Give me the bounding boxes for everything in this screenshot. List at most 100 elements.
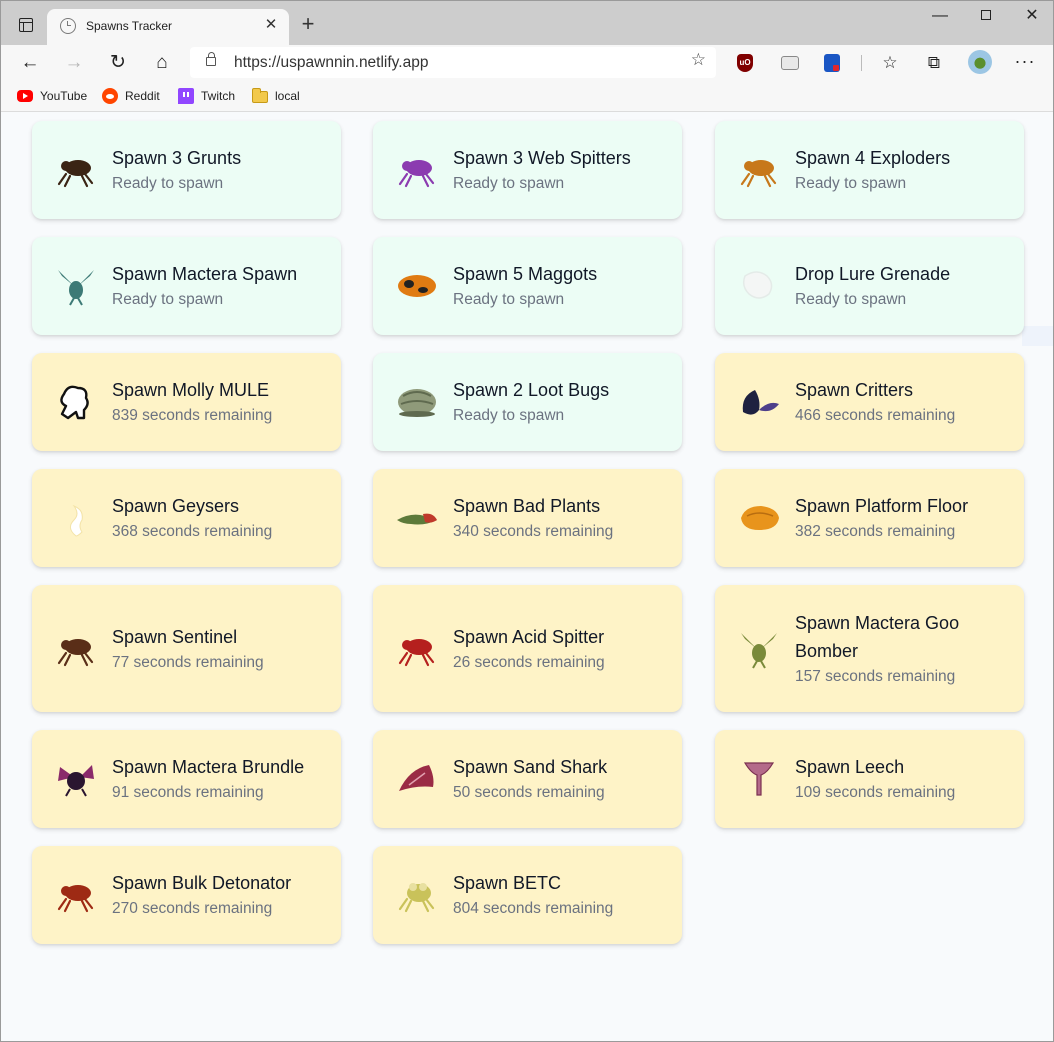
spawn-card[interactable]: Spawn Platform Floor 382 seconds remainin… — [715, 469, 1024, 567]
maximize-button[interactable] — [963, 1, 1009, 31]
cast-extension-icon[interactable] — [781, 56, 799, 70]
twitch-icon — [178, 88, 194, 104]
spawn-status: 26 seconds remaining — [453, 653, 605, 671]
spawn-card[interactable]: Spawn Mactera Brundle 91 seconds remainin… — [32, 730, 341, 828]
browser-toolbar: ← → ↻ ⌂ https://uspawnnin.netlify.app ☆ … — [1, 45, 1053, 81]
spawn-card-text: Spawn Bad Plants 340 seconds remaining — [453, 492, 673, 544]
forward-button[interactable]: → — [60, 49, 88, 77]
spawn-card[interactable]: Spawn Mactera Goo Bomber 157 seconds rema… — [715, 585, 1024, 712]
refresh-button[interactable]: ↻ — [104, 49, 132, 77]
reddit-icon — [102, 88, 118, 104]
new-tab-button[interactable]: + — [297, 13, 319, 35]
minimize-button[interactable]: — — [917, 1, 963, 31]
tab-spawns-tracker[interactable]: Spawns Tracker ✕ — [47, 9, 289, 45]
loot-bug-icon — [395, 382, 439, 422]
spawn-status: 340 seconds remaining — [453, 523, 614, 540]
spawn-card-text: Spawn Platform Floor 382 seconds remainin… — [795, 492, 1015, 544]
spawn-title: Spawn Acid Spitter — [453, 626, 605, 647]
spawn-title: Spawn Sentinel — [112, 626, 238, 647]
spawn-card-text: Spawn Mactera Goo Bomber 157 seconds rema… — [795, 609, 1015, 689]
spawn-card-text: Spawn 3 Web Spitters Ready to spawn — [453, 144, 673, 196]
home-button[interactable]: ⌂ — [148, 49, 176, 77]
spawn-card[interactable]: Spawn Bulk Detonator 270 seconds remainin… — [32, 846, 341, 944]
spawn-card[interactable]: Spawn Critters 466 seconds remaining — [715, 353, 1024, 451]
molly-mule-icon — [54, 382, 98, 422]
spawn-card[interactable]: Spawn 4 Exploders Ready to spawn — [715, 121, 1024, 219]
grunt-icon — [54, 150, 98, 190]
lock-icon[interactable] — [206, 52, 216, 66]
spawn-title: Spawn 5 Maggots — [453, 264, 598, 284]
spawn-card[interactable]: Spawn Sentinel 77 seconds remaining — [32, 585, 341, 712]
bookmark-label: Twitch — [201, 89, 236, 103]
add-favorite-icon[interactable]: ☆ — [691, 50, 706, 70]
spawn-status: Ready to spawn — [453, 407, 565, 424]
spawn-status: Ready to spawn — [112, 175, 224, 192]
sand-shark-icon — [395, 759, 439, 799]
spawn-card[interactable]: Spawn Mactera Spawn Ready to spawn — [32, 237, 341, 335]
lure-grenade-icon — [737, 266, 781, 306]
spawn-status: 270 seconds remaining — [112, 900, 273, 917]
spawn-title: Spawn Mactera Goo Bomber — [795, 612, 960, 661]
spawn-title: Spawn Platform Floor — [795, 496, 969, 516]
profile-avatar[interactable] — [968, 50, 992, 74]
spawn-status: 77 seconds remaining — [112, 653, 264, 671]
spawn-card[interactable]: Spawn Acid Spitter 26 seconds remaining — [373, 585, 682, 712]
spawn-card-text: Spawn BETC 804 seconds remaining — [453, 869, 673, 921]
spawn-card[interactable]: Spawn 2 Loot Bugs Ready to spawn — [373, 353, 682, 451]
spawn-status: Ready to spawn — [112, 291, 224, 308]
url-text[interactable]: https://uspawnnin.netlify.app — [234, 54, 428, 72]
spawn-card-text: Spawn 5 Maggots Ready to spawn — [453, 260, 673, 312]
spawn-card[interactable]: Spawn Geysers 368 seconds remaining — [32, 469, 341, 567]
spawn-card[interactable]: Spawn 5 Maggots Ready to spawn — [373, 237, 682, 335]
close-window-button[interactable]: ✕ — [1009, 1, 1053, 31]
spawn-card-text: Spawn Bulk Detonator 270 seconds remainin… — [112, 869, 332, 921]
spawn-card-text: Spawn Mactera Spawn Ready to spawn — [112, 260, 332, 312]
web-spitter-icon — [395, 150, 439, 190]
address-bar[interactable]: https://uspawnnin.netlify.app ☆ — [190, 47, 716, 78]
settings-menu-button[interactable]: ··· — [1012, 49, 1038, 77]
spawn-title: Spawn 3 Web Spitters — [453, 148, 631, 168]
tab-actions-icon[interactable] — [19, 18, 33, 32]
acid-spitter-icon — [395, 629, 439, 669]
tab-close-button[interactable]: ✕ — [261, 15, 281, 35]
spawn-title: Spawn BETC — [453, 873, 562, 893]
tab-title: Spawns Tracker — [86, 19, 173, 33]
spawn-title: Spawn Leech — [795, 757, 905, 777]
spawn-card[interactable]: Spawn 3 Web Spitters Ready to spawn — [373, 121, 682, 219]
spawn-title: Spawn Critters — [795, 380, 914, 400]
spawn-card-text: Spawn Critters 466 seconds remaining — [795, 376, 1015, 428]
brundle-icon — [54, 759, 98, 799]
spawn-title: Spawn Mactera Brundle — [112, 757, 305, 777]
spawn-title: Spawn Mactera Spawn — [112, 264, 298, 284]
spawn-status: 157 seconds remaining — [795, 667, 956, 685]
spawn-card-text: Spawn Sand Shark 50 seconds remaining — [453, 753, 673, 805]
spawn-card-text: Spawn Leech 109 seconds remaining — [795, 753, 1015, 805]
sentinel-icon — [54, 629, 98, 669]
goo-bomber-icon — [737, 629, 781, 669]
spawn-title: Spawn Molly MULE — [112, 380, 270, 400]
spawn-card[interactable]: Spawn BETC 804 seconds remaining — [373, 846, 682, 944]
spawn-status: 466 seconds remaining — [795, 407, 956, 424]
spawn-card[interactable]: Spawn Leech 109 seconds remaining — [715, 730, 1024, 828]
spawn-card[interactable]: Spawn Sand Shark 50 seconds remaining — [373, 730, 682, 828]
favorites-icon[interactable]: ☆ — [876, 49, 904, 77]
spawn-card[interactable]: Spawn 3 Grunts Ready to spawn — [32, 121, 341, 219]
spawn-title: Spawn Bad Plants — [453, 496, 601, 516]
bulk-detonator-icon — [54, 875, 98, 915]
spawn-status: Ready to spawn — [795, 175, 907, 192]
spawn-status: Ready to spawn — [453, 175, 565, 192]
spawn-status: 839 seconds remaining — [112, 407, 273, 424]
spawn-card[interactable]: Spawn Bad Plants 340 seconds remaining — [373, 469, 682, 567]
background-strip — [1022, 326, 1053, 346]
spawn-status: 109 seconds remaining — [795, 784, 956, 801]
extension-icon[interactable] — [824, 54, 840, 72]
collections-icon[interactable]: ⧉ — [920, 49, 948, 77]
spawn-status: 368 seconds remaining — [112, 523, 273, 540]
back-button[interactable]: ← — [16, 49, 44, 77]
spawn-card[interactable]: Spawn Molly MULE 839 seconds remaining — [32, 353, 341, 451]
spawn-title: Spawn Bulk Detonator — [112, 873, 292, 893]
spawn-title: Spawn 3 Grunts — [112, 148, 242, 168]
ublock-extension-icon[interactable]: uO — [737, 54, 753, 72]
browser-window: Spawns Tracker ✕ + — ✕ ← → ↻ ⌂ https://u… — [0, 0, 1054, 1042]
spawn-card[interactable]: Drop Lure Grenade Ready to spawn — [715, 237, 1024, 335]
